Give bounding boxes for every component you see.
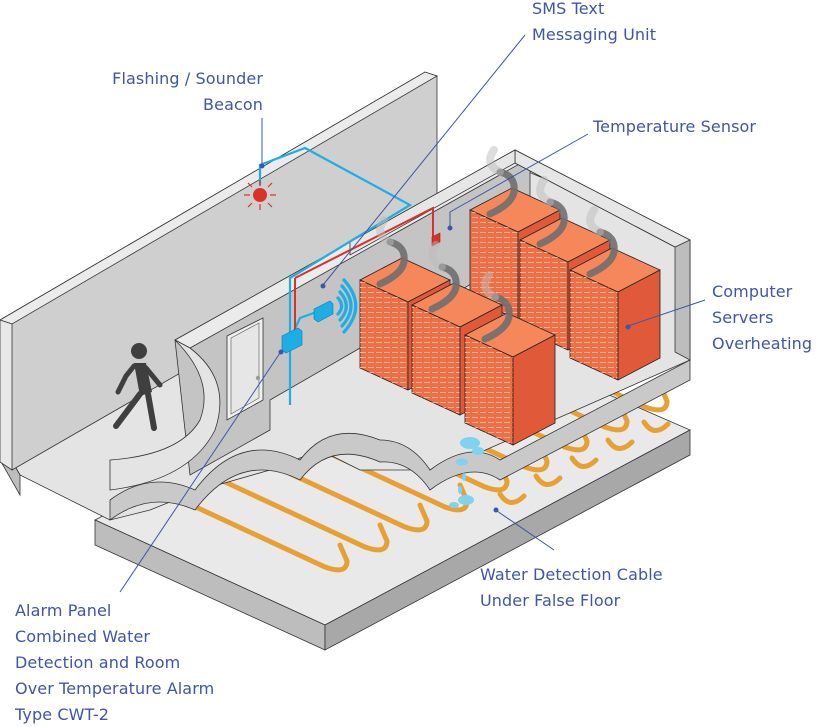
- detection-cable-label: Water Detection Cable Under False Floor: [480, 562, 663, 614]
- alarm-panel-label: Alarm Panel Combined Water Detection and…: [15, 598, 214, 727]
- temperature-sensor-label-line: Temperature Sensor: [593, 117, 757, 136]
- temperature-sensor-label: Temperature Sensor: [593, 114, 756, 140]
- alarm-panel-label-line: Alarm Panel: [15, 601, 112, 620]
- detection-cable-label-line: Water Detection Cable: [480, 565, 663, 584]
- servers-label-line: Servers: [712, 308, 774, 327]
- diagram: SMS Text Messaging Unit Flashing / Sound…: [0, 0, 823, 727]
- detection-cable-label-line: Under False Floor: [480, 591, 621, 610]
- alarm-panel-label-line: Type CWT-2: [15, 705, 110, 724]
- alarm-panel-label-line: Over Temperature Alarm: [15, 679, 215, 698]
- servers-label-line: Overheating: [712, 334, 813, 353]
- beacon-label: Flashing / Sounder Beacon: [90, 66, 263, 118]
- flashing-beacon-icon: [244, 180, 276, 210]
- sms-unit-label-line: Messaging Unit: [532, 25, 657, 44]
- sms-unit-label: SMS Text Messaging Unit: [532, 0, 656, 48]
- sms-unit-label-line: SMS Text: [532, 0, 605, 18]
- servers-label-line: Computer: [712, 282, 793, 301]
- alarm-panel-label-line: Combined Water: [15, 627, 151, 646]
- beacon-label-line: Beacon: [203, 95, 263, 114]
- servers-label: Computer Servers Overheating: [712, 279, 812, 357]
- beacon-label-line: Flashing / Sounder: [112, 69, 263, 88]
- alarm-panel-label-line: Detection and Room: [15, 653, 181, 672]
